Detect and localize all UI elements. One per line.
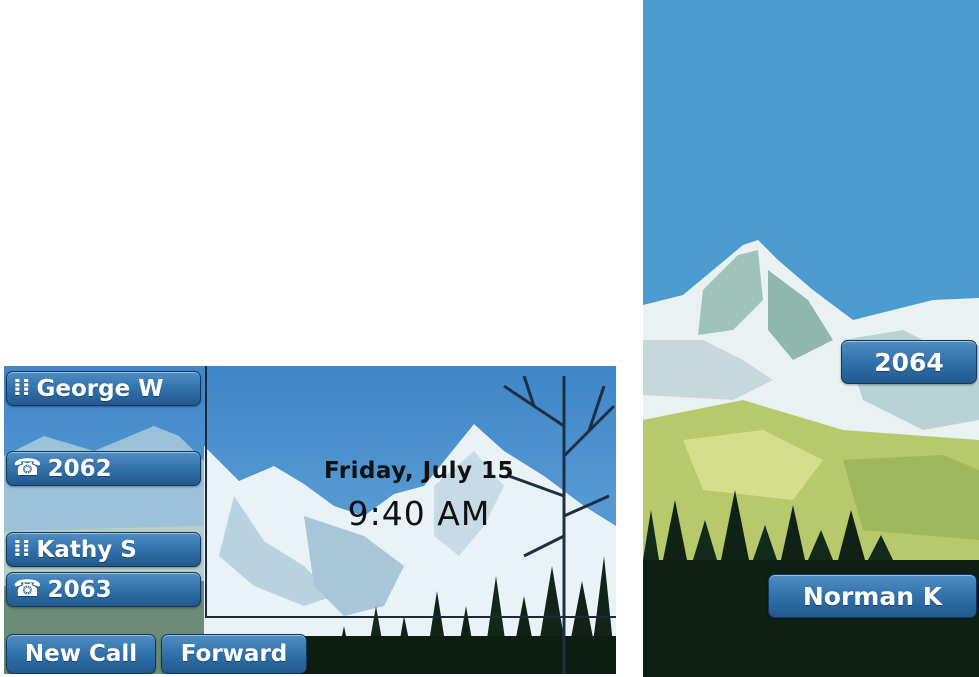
- line-label: 2063: [47, 576, 112, 603]
- line-label: 2062: [47, 455, 112, 482]
- phone-main-screen: ⁞⁞ George W ☎ 2062 ⁞⁞ Kathy S ☎ 2063 Fri…: [4, 366, 616, 674]
- phone-icon: ☎: [13, 576, 42, 602]
- side-line-button-2064[interactable]: 2064: [841, 340, 977, 384]
- keypad-icon: ⁞⁞: [13, 375, 31, 401]
- new-call-button[interactable]: New Call: [6, 634, 156, 674]
- keypad-icon: ⁞⁞: [13, 536, 31, 562]
- phone-side-screen: 2064 Norman K: [643, 0, 979, 677]
- line-label: Kathy S: [36, 536, 137, 563]
- panel-divider: [205, 616, 616, 618]
- forward-button[interactable]: Forward: [161, 634, 307, 674]
- line-label: George W: [36, 375, 164, 402]
- side-line-button-norman-k[interactable]: Norman K: [768, 574, 977, 618]
- panel-divider: [205, 366, 207, 616]
- line-button-george-w[interactable]: ⁞⁞ George W: [6, 371, 201, 406]
- phone-icon: ☎: [13, 455, 42, 481]
- line-button-2063[interactable]: ☎ 2063: [6, 572, 201, 607]
- time-display: 9:40 AM: [347, 494, 491, 533]
- line-button-kathy-s[interactable]: ⁞⁞ Kathy S: [6, 532, 201, 567]
- date-display: Friday, July 15: [323, 458, 515, 484]
- line-button-2062[interactable]: ☎ 2062: [6, 451, 201, 486]
